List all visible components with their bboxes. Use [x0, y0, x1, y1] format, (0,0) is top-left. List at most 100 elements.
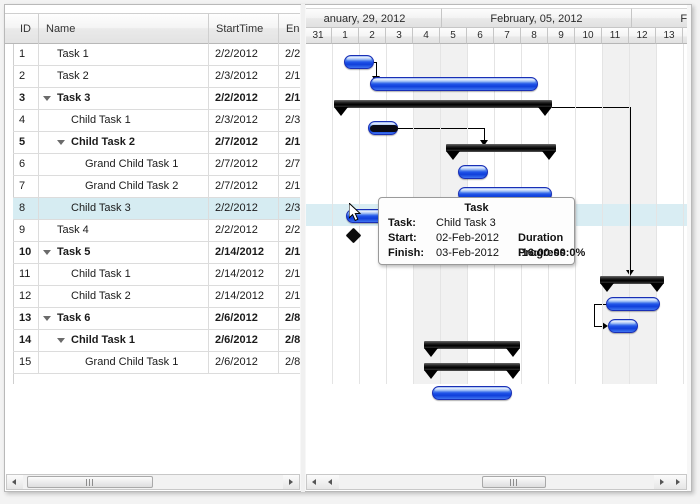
table-row[interactable]: 1 Task 1 2/2/2012 2/2/	[13, 44, 300, 66]
timeline-day-header: 12	[629, 28, 656, 44]
task-name-label: Child Task 2	[71, 290, 131, 302]
gantt-scroll-right-page-button[interactable]	[654, 475, 670, 489]
table-row[interactable]: 15 Grand Child Task 1 2/6/2012 2/8/	[13, 352, 300, 374]
grid-scroll-right-button[interactable]	[283, 475, 299, 489]
bar-gloss	[611, 321, 635, 325]
column-header-id[interactable]: ID	[13, 14, 39, 44]
cell-name: Grand Child Task 1	[39, 154, 209, 175]
task-6-summary-bar[interactable]	[424, 341, 520, 357]
progress-fill	[370, 125, 398, 132]
gantt-scroll-left-button[interactable]	[307, 475, 323, 489]
task-3-summary-bar[interactable]	[334, 100, 552, 116]
task-1-bar[interactable]	[344, 55, 374, 69]
timeline-gridline	[602, 44, 603, 384]
cell-starttime: 2/7/2012	[209, 154, 279, 175]
gantt-panel: anuary, 29, 2012February, 05, 2012Februa…	[306, 5, 687, 491]
expander-chevron-down-icon[interactable]	[43, 250, 51, 255]
cell-starttime: 2/14/2012	[209, 264, 279, 285]
cell-endtime: 2/2/	[285, 224, 300, 236]
gantt-scroll-right-button[interactable]	[670, 475, 686, 489]
timeline-header: anuary, 29, 2012February, 05, 2012Februa…	[306, 8, 687, 44]
bar-gloss	[435, 388, 509, 392]
timeline-day-header: 11	[602, 28, 629, 44]
grid-scroll-left-button[interactable]	[7, 475, 23, 489]
child-task-2-b-bar[interactable]	[608, 319, 638, 333]
left-arrow-icon	[12, 479, 16, 485]
task-tooltip: Task Task: Child Task 3 Start: 02-Feb-20…	[378, 197, 585, 265]
grip-icon	[510, 479, 518, 486]
table-row[interactable]: 3 Task 3 2/2/2012 2/10	[13, 88, 300, 110]
cell-endtime: 2/10	[285, 180, 300, 192]
cell-starttime: 2/6/2012	[209, 308, 279, 329]
table-row[interactable]: 6 Grand Child Task 1 2/7/2012 2/7/	[13, 154, 300, 176]
right-arrow-icon	[660, 479, 664, 485]
task-name-label: Grand Child Task 1	[85, 356, 179, 368]
timeline-day-header: 1	[332, 28, 359, 44]
task-grid-panel: ID Name StartTime End 1Task 12/2/20122/2…	[5, 5, 300, 491]
table-row[interactable]: 14 Child Task 1 2/6/2012 2/8/	[13, 330, 300, 352]
cell-name: Child Task 3	[39, 198, 209, 219]
cell-name: Task 3	[39, 88, 209, 109]
task-name-label: Grand Child Task 2	[85, 180, 179, 192]
table-row[interactable]: 11 Child Task 1 2/14/2012 2/15	[13, 264, 300, 286]
grid-horizontal-scrollbar[interactable]	[6, 474, 300, 490]
column-header-starttime[interactable]: StartTime	[209, 14, 279, 44]
timeline-week-header: February, 05, 2012	[442, 8, 632, 28]
table-row[interactable]: 10 Task 5 2/14/2012 2/15	[13, 242, 300, 264]
table-row[interactable]: 4 Child Task 1 2/3/2012 2/3/	[13, 110, 300, 132]
table-row[interactable]: 2 Task 2 2/3/2012 2/10	[13, 66, 300, 88]
summary-cap-right-icon	[506, 348, 520, 357]
cell-name: Child Task 1	[39, 110, 209, 131]
dependency-line	[630, 107, 631, 274]
grid-scroll-thumb[interactable]	[27, 476, 153, 488]
gantt-scroll-thumb[interactable]	[482, 476, 546, 488]
table-row[interactable]: 5 Child Task 2 2/7/2012 2/10	[13, 132, 300, 154]
child-task-2-summary-bar[interactable]	[446, 144, 556, 160]
summary-bar-body	[446, 144, 556, 152]
column-header-endtime[interactable]: End	[279, 14, 300, 44]
task-name-label: Child Task 3	[71, 202, 131, 214]
expander-chevron-down-icon[interactable]	[43, 316, 51, 321]
timeline-gridline	[575, 44, 576, 384]
task-name-label: Child Task 2	[71, 136, 135, 148]
expander-chevron-down-icon[interactable]	[43, 96, 51, 101]
table-row[interactable]: 7 Grand Child Task 2 2/7/2012 2/10	[13, 176, 300, 198]
gantt-horizontal-scrollbar[interactable]	[306, 474, 687, 490]
timeline-day-header: 2	[359, 28, 386, 44]
table-row[interactable]: 13 Task 6 2/6/2012 2/8/	[13, 308, 300, 330]
summary-cap-left-icon	[600, 283, 614, 292]
grid-header-row: ID Name StartTime End	[5, 13, 300, 44]
cell-name: Task 6	[39, 308, 209, 329]
cell-id: 9	[13, 220, 39, 241]
cell-endtime: 2/10	[285, 70, 300, 82]
grand-child-task-1-bar[interactable]	[458, 165, 488, 179]
panel-splitter[interactable]	[301, 4, 305, 492]
task-name-label: Task 5	[57, 246, 91, 258]
child-task-1-bar[interactable]	[368, 121, 398, 135]
expander-chevron-down-icon[interactable]	[57, 338, 65, 343]
timeline-week-header: anuary, 29, 2012	[306, 8, 442, 28]
tooltip-finish-row: Finish: 03-Feb-2012 Progress:0%	[379, 246, 585, 261]
table-row[interactable]: 9 Task 4 2/2/2012 2/2/	[13, 220, 300, 242]
cell-starttime: 2/14/2012	[209, 286, 279, 307]
tooltip-start-value: 02-Feb-2012	[436, 232, 499, 244]
grand-child-task-1-c-bar[interactable]	[432, 386, 512, 400]
timeline-gridline	[629, 44, 630, 384]
left-arrow-icon	[328, 479, 332, 485]
child-task-1-b-bar[interactable]	[606, 297, 660, 311]
task-5-summary-bar[interactable]	[600, 276, 664, 292]
table-row[interactable]: 8 Child Task 3 2/2/2012 2/3/	[13, 198, 300, 220]
cell-name: Task 5	[39, 242, 209, 263]
timeline-day-header: 9	[548, 28, 575, 44]
bar-gloss	[461, 167, 485, 171]
timeline-day-header: 7	[494, 28, 521, 44]
cell-name: Child Task 1	[39, 264, 209, 285]
gantt-scroll-left-page-button[interactable]	[323, 475, 339, 489]
summary-cap-right-icon	[538, 107, 552, 116]
task-name-label: Child Task 1	[71, 334, 135, 346]
expander-chevron-down-icon[interactable]	[57, 140, 65, 145]
task-2-bar[interactable]	[370, 77, 538, 91]
child-task-1-c-summary-bar[interactable]	[424, 363, 520, 379]
column-header-name[interactable]: Name	[39, 14, 209, 44]
table-row[interactable]: 12 Child Task 2 2/14/2012 2/14	[13, 286, 300, 308]
